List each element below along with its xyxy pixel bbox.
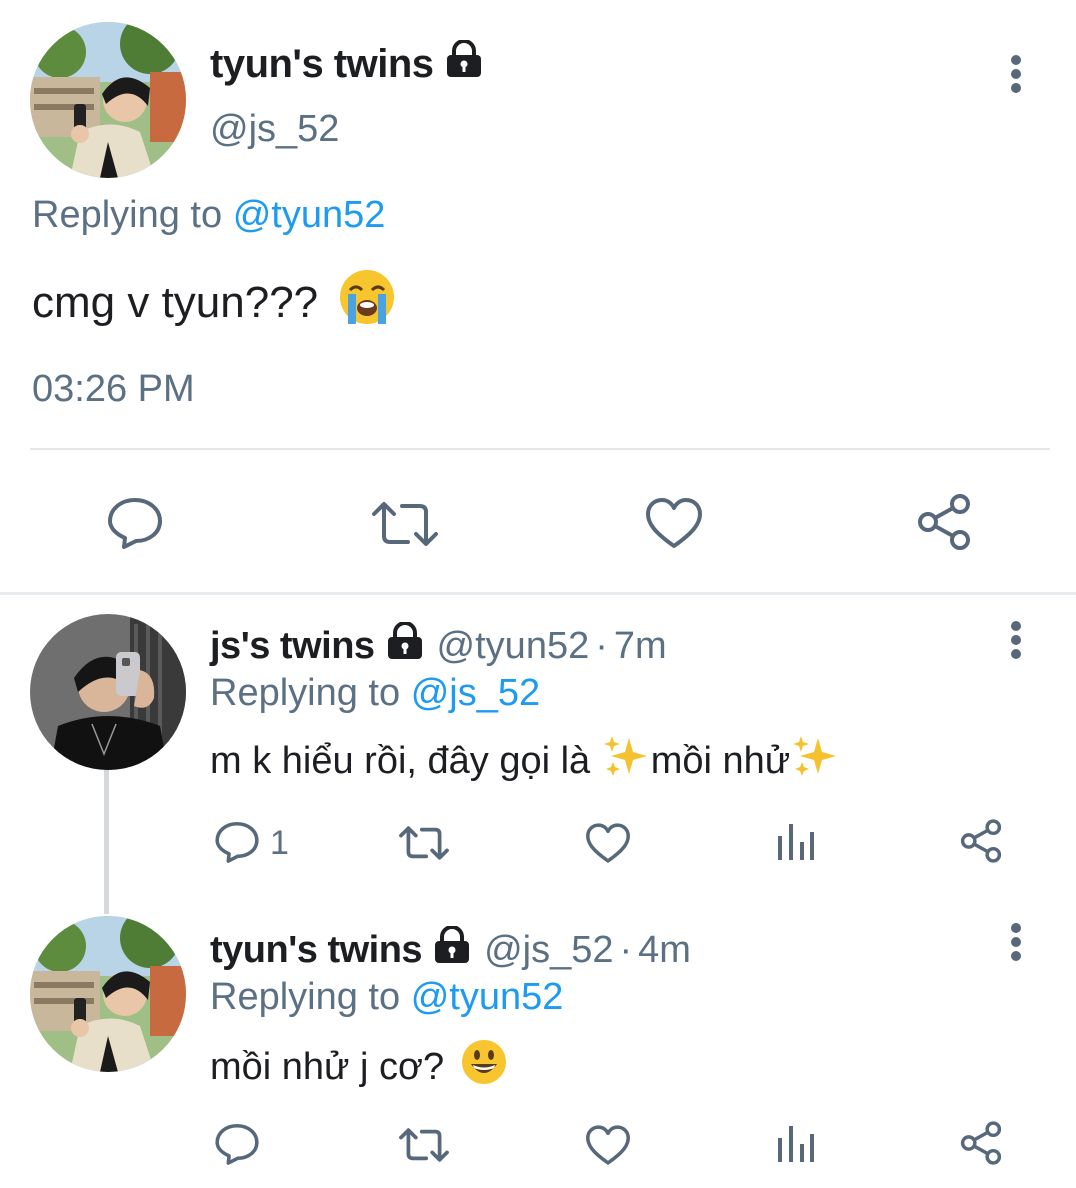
reply-icon[interactable] [214,820,260,869]
replying-to-mention[interactable]: @js_52 [411,672,540,714]
replying-to-mention[interactable]: @tyun52 [411,976,564,1018]
author-name-text: tyun's twins [210,41,434,86]
reply-age[interactable]: 7m [614,625,667,668]
thread-line [104,770,109,914]
replying-to: Replying to @tyun52 [210,976,563,1019]
reply-author-handle[interactable]: @js_52 [484,929,613,972]
divider [30,448,1050,450]
replying-prefix: Replying to [210,976,401,1018]
author-handle[interactable]: @js_52 [210,108,339,151]
reply-avatar[interactable] [30,916,186,1072]
reply-count: 1 [270,824,289,862]
replying-prefix: Replying to [32,194,223,236]
author-name[interactable]: tyun's twins [210,39,484,88]
reply-text-content: mồi nhử j cơ? [210,1045,445,1088]
separator-dot: · [595,624,608,667]
reply-text: mồi nhử j cơ? [210,1038,508,1096]
replying-prefix: Replying to [210,672,401,714]
reply-avatar[interactable] [30,614,186,770]
separator-dot: · [619,928,633,971]
retweet-icon[interactable] [398,824,450,867]
lock-icon [444,39,484,88]
grinning-face-icon [460,1038,508,1096]
like-icon[interactable] [644,496,704,555]
share-icon[interactable] [958,1120,1004,1171]
reply-icon[interactable] [214,1122,260,1171]
tweet-thread: tyun's twins @js_52 Replying to @tyun52 … [0,0,1076,1188]
reply-header: js's twins @tyun52 · 7m [210,621,667,670]
loudly-crying-face-icon [338,268,396,337]
analytics-icon[interactable] [776,1124,816,1169]
reply-header: tyun's twins @js_52 · 4m [210,925,691,974]
more-options-icon[interactable] [1004,620,1028,665]
tweet-text-content: cmg v tyun??? [32,277,319,327]
reply-author-name[interactable]: js's twins [210,625,375,668]
lock-icon [432,925,472,974]
sparkles-icon [603,734,649,788]
share-icon[interactable] [914,492,974,557]
reply-age[interactable]: 4m [638,929,691,972]
tweet-text: cmg v tyun??? [32,268,396,337]
sparkles-icon [792,734,838,788]
reply-author-name[interactable]: tyun's twins [210,929,423,972]
reply-text: m k hiểu rồi, đây gọi là mồi nhử [210,734,838,788]
share-icon[interactable] [958,818,1004,869]
retweet-icon[interactable] [398,1126,450,1169]
replying-to: Replying to @js_52 [210,672,540,715]
replying-to-mention[interactable]: @tyun52 [233,194,386,236]
more-options-icon[interactable] [1004,922,1028,967]
retweet-icon[interactable] [370,500,440,553]
like-icon[interactable] [584,1124,632,1171]
replying-to: Replying to @tyun52 [32,194,385,237]
lock-icon [385,621,425,670]
reply-icon[interactable] [106,496,164,555]
reply-author-handle[interactable]: @tyun52 [437,625,590,668]
tweet-timestamp[interactable]: 03:26 PM [32,368,195,411]
more-options-icon[interactable] [1004,54,1028,99]
like-icon[interactable] [584,822,632,869]
analytics-icon[interactable] [776,822,816,867]
reply-text-part: mồi nhử [650,739,791,782]
reply-text-part: m k hiểu rồi, đây gọi là [210,739,601,782]
section-divider [0,592,1076,595]
author-avatar[interactable] [30,22,186,178]
